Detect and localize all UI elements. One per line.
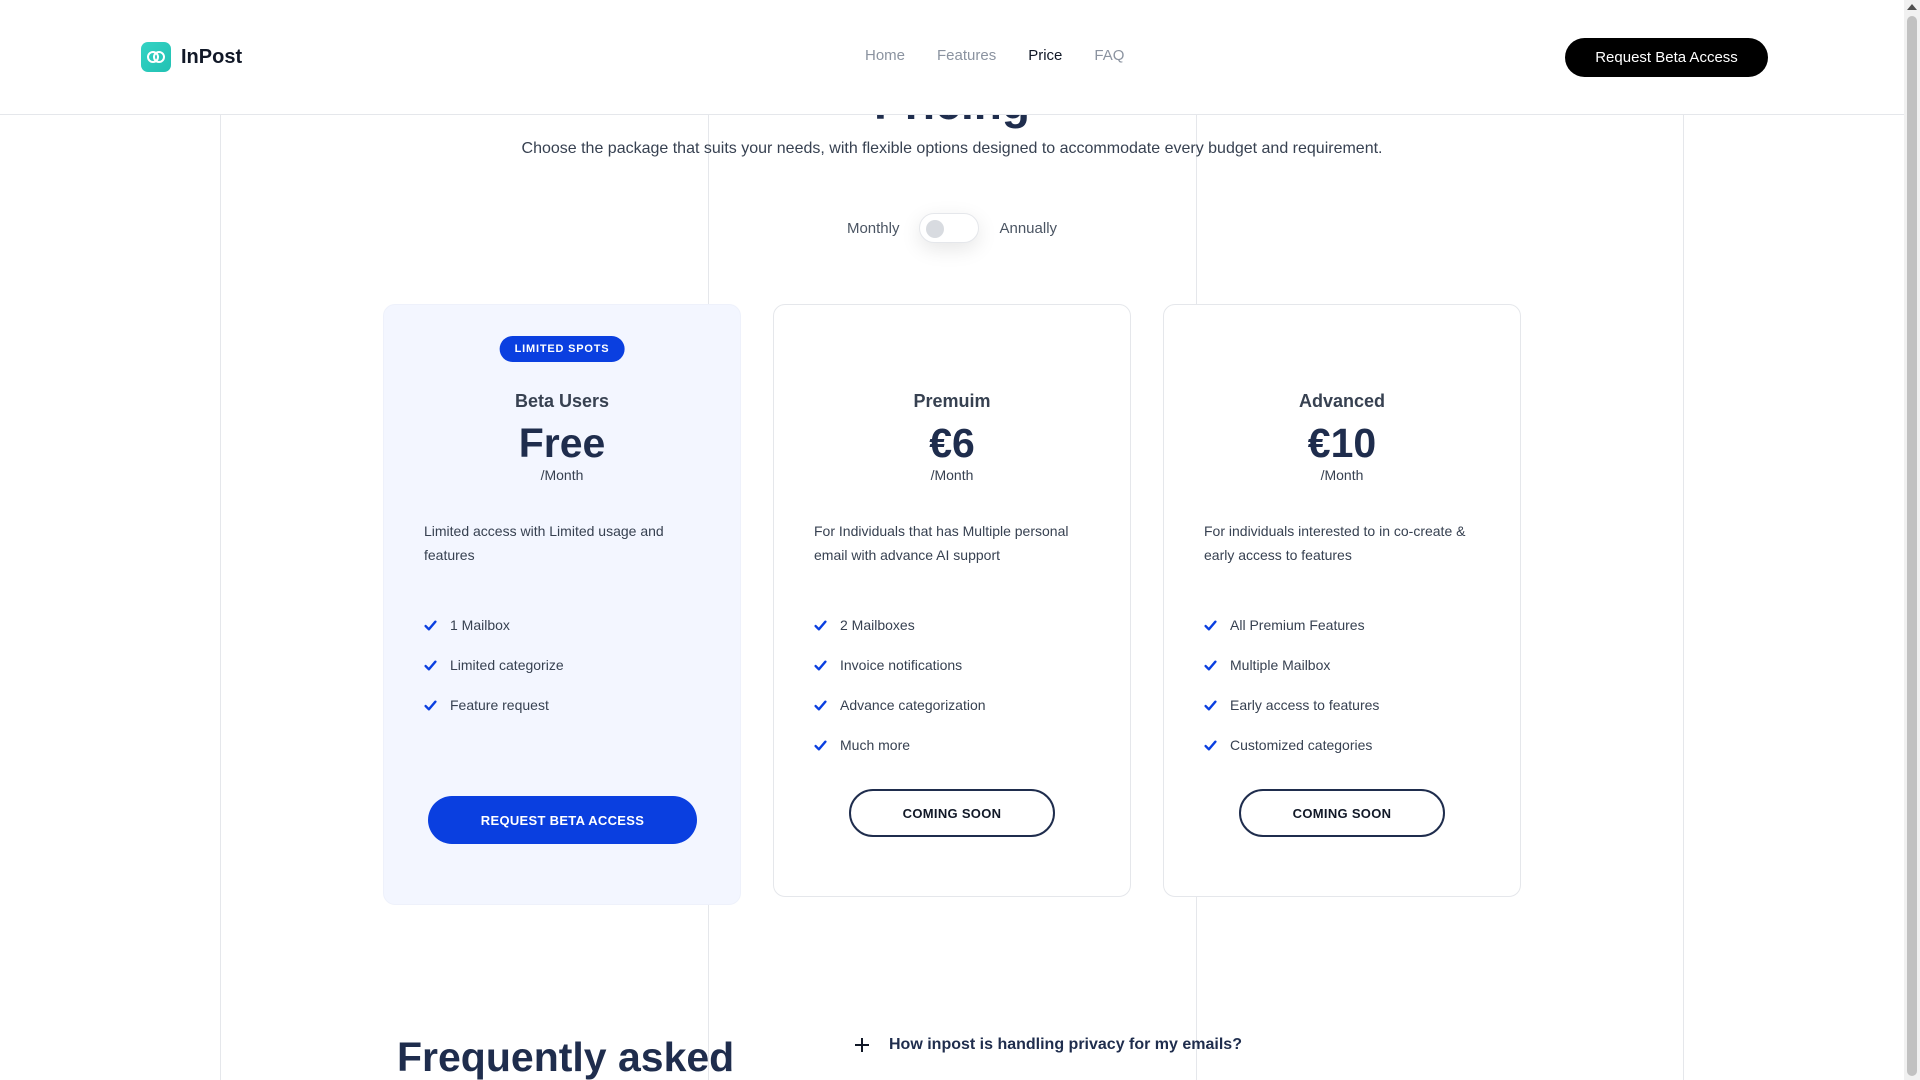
plan-name: Premuim: [913, 391, 991, 411]
check-icon: [424, 620, 437, 630]
plan-period: /Month: [930, 467, 974, 483]
pricing-subtitle: Choose the package that suits your needs…: [521, 140, 1383, 157]
plan-price: €10: [1307, 420, 1377, 466]
faq-title: Frequently asked: [397, 1034, 735, 1080]
scroll-thumb[interactable]: [1907, 16, 1917, 1076]
feature-item: Early access to features: [1204, 685, 1500, 725]
plan-card-beta-users: LIMITED SPOTS Beta Users Free /Month Lim…: [383, 304, 741, 905]
feature-item: Invoice notifications: [814, 645, 1110, 685]
feature-item: 2 Mailboxes: [814, 605, 1110, 645]
limited-spots-badge: LIMITED SPOTS: [499, 336, 625, 362]
nav-features[interactable]: Features: [937, 47, 996, 64]
plan-features: 2 Mailboxes Invoice notifications Advanc…: [814, 605, 1110, 765]
check-icon: [424, 700, 437, 710]
feature-label: Multiple Mailbox: [1230, 657, 1331, 673]
check-icon: [814, 700, 827, 710]
feature-label: All Premium Features: [1230, 617, 1365, 633]
check-icon: [1204, 620, 1217, 630]
plan-name: Beta Users: [514, 391, 610, 411]
request-beta-access-card-button[interactable]: REQUEST BETA ACCESS: [428, 796, 697, 844]
feature-item: All Premium Features: [1204, 605, 1500, 645]
plan-description: For Individuals that has Multiple person…: [814, 523, 1069, 563]
annually-label: Annually: [999, 219, 1058, 237]
feature-label: 2 Mailboxes: [840, 617, 915, 633]
grid-line: [220, 0, 221, 1080]
link-icon: [141, 42, 171, 72]
nav-price[interactable]: Price: [1028, 47, 1062, 64]
plan-card-premium: Premuim €6 /Month For Individuals that h…: [773, 304, 1131, 897]
nav-faq[interactable]: FAQ: [1094, 47, 1124, 64]
grid-line: [1683, 0, 1684, 1080]
plan-features: 1 Mailbox Limited categorize Feature req…: [424, 605, 720, 725]
faq-question-label: How inpost is handling privacy for my em…: [889, 1036, 1242, 1053]
check-icon: [814, 620, 827, 630]
brand-name: InPost: [181, 45, 243, 68]
plan-description: Limited access with Limited usage and fe…: [424, 523, 664, 563]
feature-label: Invoice notifications: [840, 657, 963, 673]
feature-item: Customized categories: [1204, 725, 1500, 765]
feature-label: Customized categories: [1230, 737, 1373, 753]
site-header: InPost Home Features Price FAQ Request B…: [0, 0, 1904, 115]
feature-item: Multiple Mailbox: [1204, 645, 1500, 685]
main-nav: Home Features Price FAQ: [865, 47, 1156, 64]
feature-label: 1 Mailbox: [450, 617, 510, 633]
feature-label: Limited categorize: [450, 657, 564, 673]
check-icon: [814, 660, 827, 670]
faq-question-item[interactable]: How inpost is handling privacy for my em…: [855, 1036, 1242, 1054]
nav-home[interactable]: Home: [865, 47, 905, 64]
billing-toggle-row: Monthly Annually: [0, 213, 1904, 243]
feature-label: Much more: [840, 737, 911, 753]
feature-item: Limited categorize: [424, 645, 720, 685]
check-icon: [1204, 740, 1217, 750]
plus-icon[interactable]: [855, 1038, 869, 1052]
toggle-knob: [926, 220, 945, 238]
check-icon: [1204, 700, 1217, 710]
plan-price: €6: [929, 420, 975, 466]
plan-period: /Month: [540, 467, 584, 483]
coming-soon-button[interactable]: COMING SOON: [849, 789, 1055, 837]
plan-description: For individuals interested to in co-crea…: [1204, 523, 1466, 563]
coming-soon-button[interactable]: COMING SOON: [1239, 789, 1445, 837]
feature-label: Feature request: [450, 697, 549, 713]
plan-name: Advanced: [1298, 391, 1386, 411]
feature-item: 1 Mailbox: [424, 605, 720, 645]
feature-item: Feature request: [424, 685, 720, 725]
check-icon: [814, 740, 827, 750]
feature-item: Much more: [814, 725, 1110, 765]
billing-toggle[interactable]: [919, 213, 980, 243]
page-scrollbar[interactable]: [1904, 0, 1920, 1080]
plan-period: /Month: [1320, 467, 1364, 483]
monthly-label: Monthly: [846, 219, 900, 237]
feature-label: Early access to features: [1230, 697, 1380, 713]
plan-price: Free: [518, 420, 606, 466]
plan-features: All Premium Features Multiple Mailbox Ea…: [1204, 605, 1500, 765]
plan-card-advanced: Advanced €10 /Month For individuals inte…: [1163, 304, 1521, 897]
scroll-up-arrow-icon[interactable]: [1907, 4, 1917, 10]
check-icon: [424, 660, 437, 670]
brand-logo[interactable]: InPost: [141, 42, 242, 72]
check-icon: [1204, 660, 1217, 670]
feature-label: Advance categorization: [840, 697, 986, 713]
request-beta-access-button[interactable]: Request Beta Access: [1565, 38, 1768, 77]
feature-item: Advance categorization: [814, 685, 1110, 725]
